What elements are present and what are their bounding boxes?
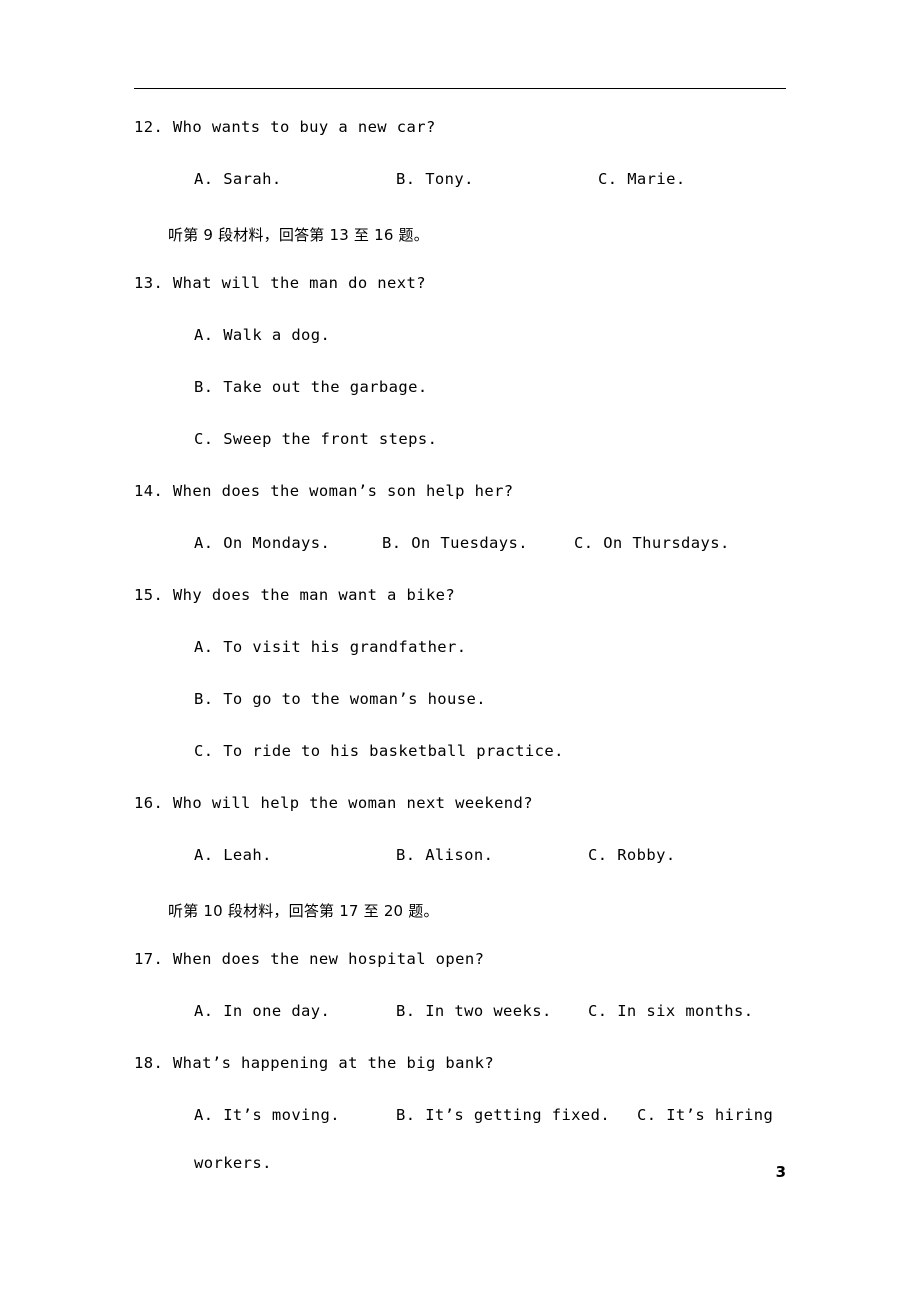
header-divider (134, 88, 786, 89)
question-13-stem: 13. What will the man do next? (134, 274, 426, 292)
question-17-options: A. In one day. B. In two weeks. C. In si… (134, 990, 814, 1042)
option-a[interactable]: A. To visit his grandfather. (194, 639, 467, 656)
listening-instruction-9: 听第 9 段材料，回答第 13 至 16 题。 (168, 226, 429, 244)
option-b[interactable]: B. Alison. (396, 847, 493, 864)
question-13-option-b: B. Take out the garbage. (134, 366, 814, 418)
question-stem-row: 16. Who will help the woman next weekend… (134, 782, 814, 834)
option-a[interactable]: A. On Mondays. (194, 535, 330, 552)
option-b[interactable]: B. In two weeks. (396, 1003, 552, 1020)
option-b[interactable]: B. It’s getting fixed. (396, 1107, 610, 1124)
question-stem-row: 18. What’s happening at the big bank? (134, 1042, 814, 1094)
question-15-option-a: A. To visit his grandfather. (134, 626, 814, 678)
question-13-option-a: A. Walk a dog. (134, 314, 814, 366)
document-page: 12. Who wants to buy a new car? A. Sarah… (0, 0, 920, 1302)
option-a[interactable]: A. Leah. (194, 847, 272, 864)
question-stem-row: 13. What will the man do next? (134, 262, 814, 314)
option-b[interactable]: B. On Tuesdays. (382, 535, 528, 552)
listening-instruction-10: 听第 10 段材料，回答第 17 至 20 题。 (168, 902, 439, 920)
question-16-stem: 16. Who will help the woman next weekend… (134, 794, 534, 812)
exam-content: 12. Who wants to buy a new car? A. Sarah… (134, 106, 814, 1198)
question-15-stem: 15. Why does the man want a bike? (134, 586, 456, 604)
listening-instruction-9-row: 听第 9 段材料，回答第 13 至 16 题。 (134, 210, 814, 262)
option-a[interactable]: A. It’s moving. (194, 1107, 340, 1124)
question-17-stem: 17. When does the new hospital open? (134, 950, 485, 968)
question-12-options: A. Sarah. B. Tony. C. Marie. (134, 158, 814, 210)
question-stem-row: 15. Why does the man want a bike? (134, 574, 814, 626)
question-13-option-c: C. Sweep the front steps. (134, 418, 814, 470)
question-16-options: A. Leah. B. Alison. C. Robby. (134, 834, 814, 886)
question-14-options: A. On Mondays. B. On Tuesdays. C. On Thu… (134, 522, 814, 574)
question-15-option-b: B. To go to the woman’s house. (134, 678, 814, 730)
option-b[interactable]: B. To go to the woman’s house. (194, 691, 486, 708)
question-stem-row: 17. When does the new hospital open? (134, 938, 814, 990)
option-c-wrap[interactable]: workers. (194, 1155, 272, 1172)
question-stem-row: 14. When does the woman’s son help her? (134, 470, 814, 522)
option-c[interactable]: C. Robby. (588, 847, 676, 864)
option-b[interactable]: B. Take out the garbage. (194, 379, 428, 396)
question-15-option-c: C. To ride to his basketball practice. (134, 730, 814, 782)
option-a[interactable]: A. Sarah. (194, 171, 282, 188)
option-c[interactable]: C. Marie. (598, 171, 686, 188)
option-c[interactable]: C. To ride to his basketball practice. (194, 743, 564, 760)
question-14-stem: 14. When does the woman’s son help her? (134, 482, 514, 500)
question-12-stem: 12. Who wants to buy a new car? (134, 118, 436, 136)
option-a[interactable]: A. Walk a dog. (194, 327, 330, 344)
option-c[interactable]: C. Sweep the front steps. (194, 431, 437, 448)
question-stem-row: 12. Who wants to buy a new car? (134, 106, 814, 158)
listening-instruction-10-row: 听第 10 段材料，回答第 17 至 20 题。 (134, 886, 814, 938)
option-a[interactable]: A. In one day. (194, 1003, 330, 1020)
option-c[interactable]: C. It’s hiring (637, 1107, 773, 1124)
page-number: 3 (775, 1163, 786, 1181)
option-b[interactable]: B. Tony. (396, 171, 474, 188)
question-18-stem: 18. What’s happening at the big bank? (134, 1054, 495, 1072)
option-c[interactable]: C. In six months. (588, 1003, 753, 1020)
question-18-options: A. It’s moving. B. It’s getting fixed. C… (134, 1094, 814, 1146)
question-18-option-c-continued: workers. (134, 1146, 814, 1198)
option-c[interactable]: C. On Thursdays. (574, 535, 730, 552)
